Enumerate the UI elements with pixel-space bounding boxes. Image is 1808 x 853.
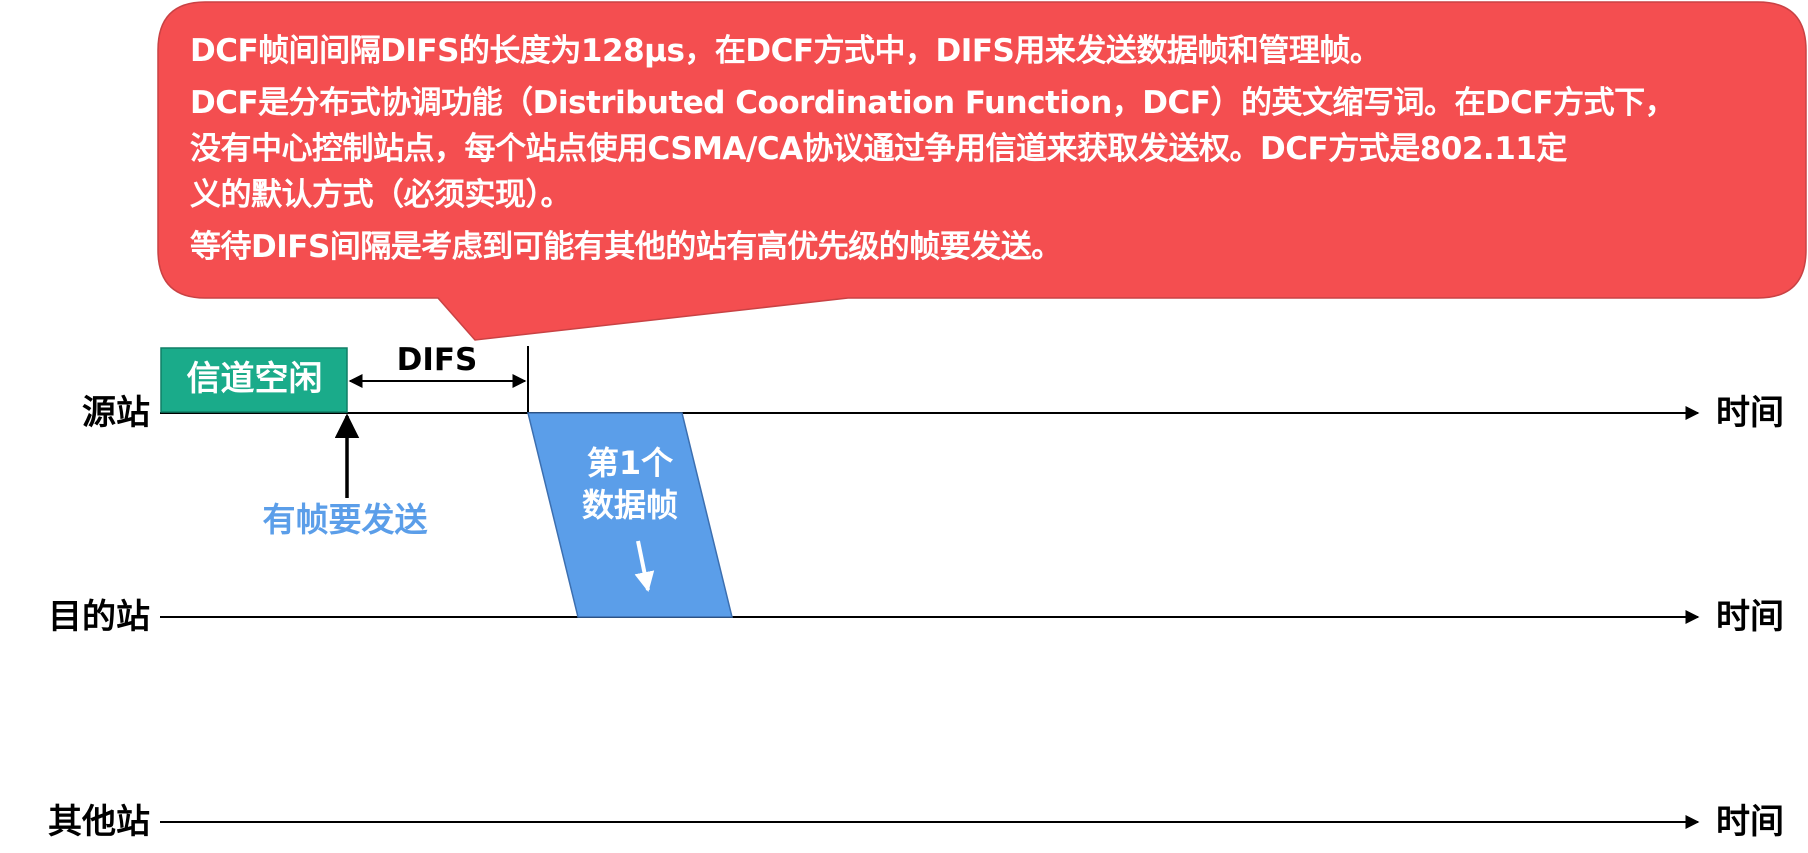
callout-text: DCF帧间间隔DIFS的长度为128μs，在DCF方式中，DIFS用来发送数据帧… <box>190 28 1770 270</box>
destination-station-label: 目的站 <box>48 597 150 637</box>
source-time-label: 时间 <box>1716 393 1784 433</box>
callout-line-priority: 等待DIFS间隔是考虑到可能有其他的站有高优先级的帧要发送。 <box>190 229 1062 265</box>
channel-idle-label: 信道空闲 <box>186 359 323 399</box>
destination-time-label: 时间 <box>1716 597 1784 637</box>
data-frame-label: 第1个 数据帧 <box>560 442 700 526</box>
data-frame-label-line2: 数据帧 <box>581 486 678 524</box>
callout-line-difs: DCF帧间间隔DIFS的长度为128μs，在DCF方式中，DIFS用来发送数据帧… <box>190 33 1381 69</box>
has-frame-label: 有帧要发送 <box>262 500 428 539</box>
source-station-label: 源站 <box>82 393 150 433</box>
data-frame-label-line1: 第1个 <box>586 444 674 482</box>
callout-line-dcf-2: 没有中心控制站点，每个站点使用CSMA/CA协议通过争用信道来获取发送权。DCF… <box>190 131 1567 167</box>
callout-line-dcf-3: 义的默认方式（必须实现）。 <box>190 177 572 213</box>
callout-line-dcf-1: DCF是分布式协调功能（Distributed Coordination Fun… <box>190 85 1676 121</box>
other-time-label: 时间 <box>1716 802 1784 842</box>
difs-label: DIFS <box>396 342 478 378</box>
other-station-label: 其他站 <box>48 802 150 842</box>
